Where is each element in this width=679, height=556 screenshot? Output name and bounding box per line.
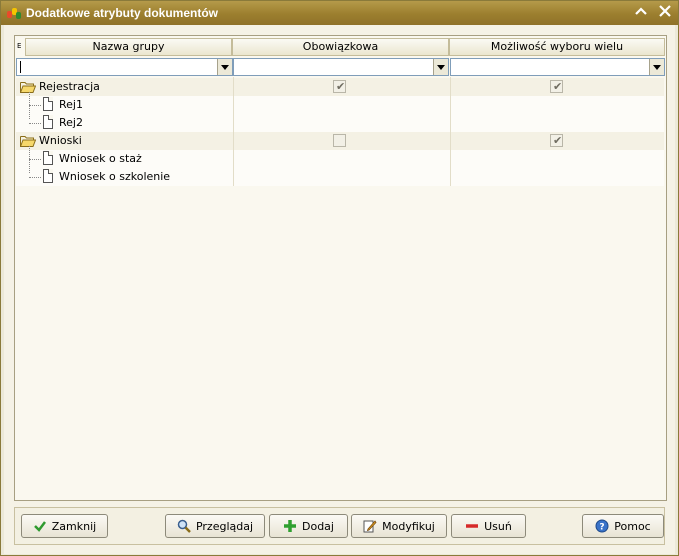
plus-icon bbox=[284, 520, 296, 532]
help-button[interactable]: ? Pomoc bbox=[582, 514, 664, 538]
column-separator bbox=[233, 77, 234, 186]
add-button[interactable]: Dodaj bbox=[269, 514, 348, 538]
tree-label: Rej1 bbox=[59, 98, 83, 111]
tree-connector bbox=[29, 123, 41, 124]
dialog-content: E Nazwa grupy Obowiązkowa Możliwość wybo… bbox=[4, 25, 675, 554]
modify-button[interactable]: Modyfikuj bbox=[351, 514, 447, 538]
tree-row-item[interactable]: Wniosek o staż bbox=[16, 150, 664, 168]
minus-icon bbox=[466, 524, 479, 528]
tree-connector bbox=[29, 159, 41, 160]
close-button-label: Zamknij bbox=[51, 519, 97, 533]
modify-button-label: Modyfikuj bbox=[382, 519, 435, 533]
add-button-label: Dodaj bbox=[302, 519, 334, 533]
collapse-button[interactable] bbox=[633, 5, 649, 21]
close-icon bbox=[659, 5, 671, 17]
tree-row-item[interactable]: Rej2 bbox=[16, 114, 664, 132]
column-header-mozliwosc-wyboru-wielu[interactable]: Możliwość wyboru wielu bbox=[449, 38, 665, 56]
document-icon bbox=[43, 151, 53, 165]
filter-dropdown-button[interactable] bbox=[649, 59, 664, 75]
browse-button[interactable]: Przeglądaj bbox=[165, 514, 265, 538]
tree-label: Wnioski bbox=[39, 134, 82, 147]
chevron-up-icon bbox=[635, 7, 647, 15]
filter-dropdown-button[interactable] bbox=[217, 59, 232, 75]
tree-label: Wniosek o staż bbox=[59, 152, 142, 165]
delete-button-label: Usuń bbox=[484, 519, 512, 533]
tree-row-group[interactable]: Wnioski ✔ bbox=[16, 132, 664, 150]
magnifier-icon bbox=[177, 519, 191, 533]
svg-text:?: ? bbox=[600, 523, 605, 533]
close-button[interactable]: Zamknij bbox=[21, 514, 108, 538]
tree-connector bbox=[29, 177, 41, 178]
tree-label: Wniosek o szkolenie bbox=[59, 170, 171, 183]
checkmark-icon: ✔ bbox=[553, 134, 563, 147]
filter-dropdown-button[interactable] bbox=[433, 59, 448, 75]
column-header-obowiazkowa[interactable]: Obowiązkowa bbox=[232, 38, 449, 56]
close-window-button[interactable] bbox=[657, 5, 673, 21]
edit-icon bbox=[363, 520, 377, 533]
tree-connector bbox=[29, 105, 41, 106]
title-bar[interactable]: Dodatkowe atrybuty dokumentów bbox=[1, 1, 678, 25]
folder-open-icon bbox=[20, 82, 36, 93]
button-bar: Zamknij Przeglądaj Dodaj Modyfikuj Usuń … bbox=[14, 507, 665, 545]
text-caret bbox=[20, 61, 21, 73]
document-icon bbox=[43, 115, 53, 129]
tree-label: Rej2 bbox=[59, 116, 83, 129]
filter-obowiazkowa[interactable] bbox=[233, 58, 449, 76]
help-button-label: Pomoc bbox=[614, 519, 651, 533]
filter-mozliwosc-wyboru-wielu[interactable] bbox=[450, 58, 665, 76]
help-icon: ? bbox=[595, 519, 609, 533]
app-icon bbox=[7, 6, 21, 20]
checkbox-obowiazkowa[interactable] bbox=[333, 134, 346, 147]
browse-button-label: Przeglądaj bbox=[195, 519, 254, 533]
checkbox-obowiazkowa[interactable]: ✔ bbox=[333, 80, 346, 93]
document-icon bbox=[43, 97, 53, 111]
checkbox-mozliwosc-wyboru-wielu[interactable]: ✔ bbox=[550, 80, 563, 93]
window-title: Dodatkowe atrybuty dokumentów bbox=[26, 6, 219, 20]
checkmark-icon: ✔ bbox=[553, 80, 563, 93]
document-icon bbox=[43, 169, 53, 183]
tree-row-group[interactable]: Rejestracja ✔ ✔ bbox=[16, 78, 664, 96]
corner-marker: E bbox=[17, 42, 22, 50]
checkmark-icon bbox=[33, 521, 46, 532]
dialog-window: Dodatkowe atrybuty dokumentów E Nazwa gr… bbox=[0, 0, 679, 556]
checkmark-icon: ✔ bbox=[336, 80, 346, 93]
delete-button[interactable]: Usuń bbox=[451, 514, 526, 538]
checkbox-mozliwosc-wyboru-wielu[interactable]: ✔ bbox=[550, 134, 563, 147]
tree-label: Rejestracja bbox=[39, 80, 100, 93]
filter-nazwa-grupy[interactable] bbox=[16, 58, 233, 76]
column-header-nazwa-grupy[interactable]: Nazwa grupy bbox=[25, 38, 232, 56]
attributes-grid[interactable]: E Nazwa grupy Obowiązkowa Możliwość wybo… bbox=[14, 35, 667, 501]
tree-row-item[interactable]: Rej1 bbox=[16, 96, 664, 114]
tree-row-item[interactable]: Wniosek o szkolenie bbox=[16, 168, 664, 186]
folder-open-icon bbox=[20, 136, 36, 147]
column-separator bbox=[450, 77, 451, 186]
